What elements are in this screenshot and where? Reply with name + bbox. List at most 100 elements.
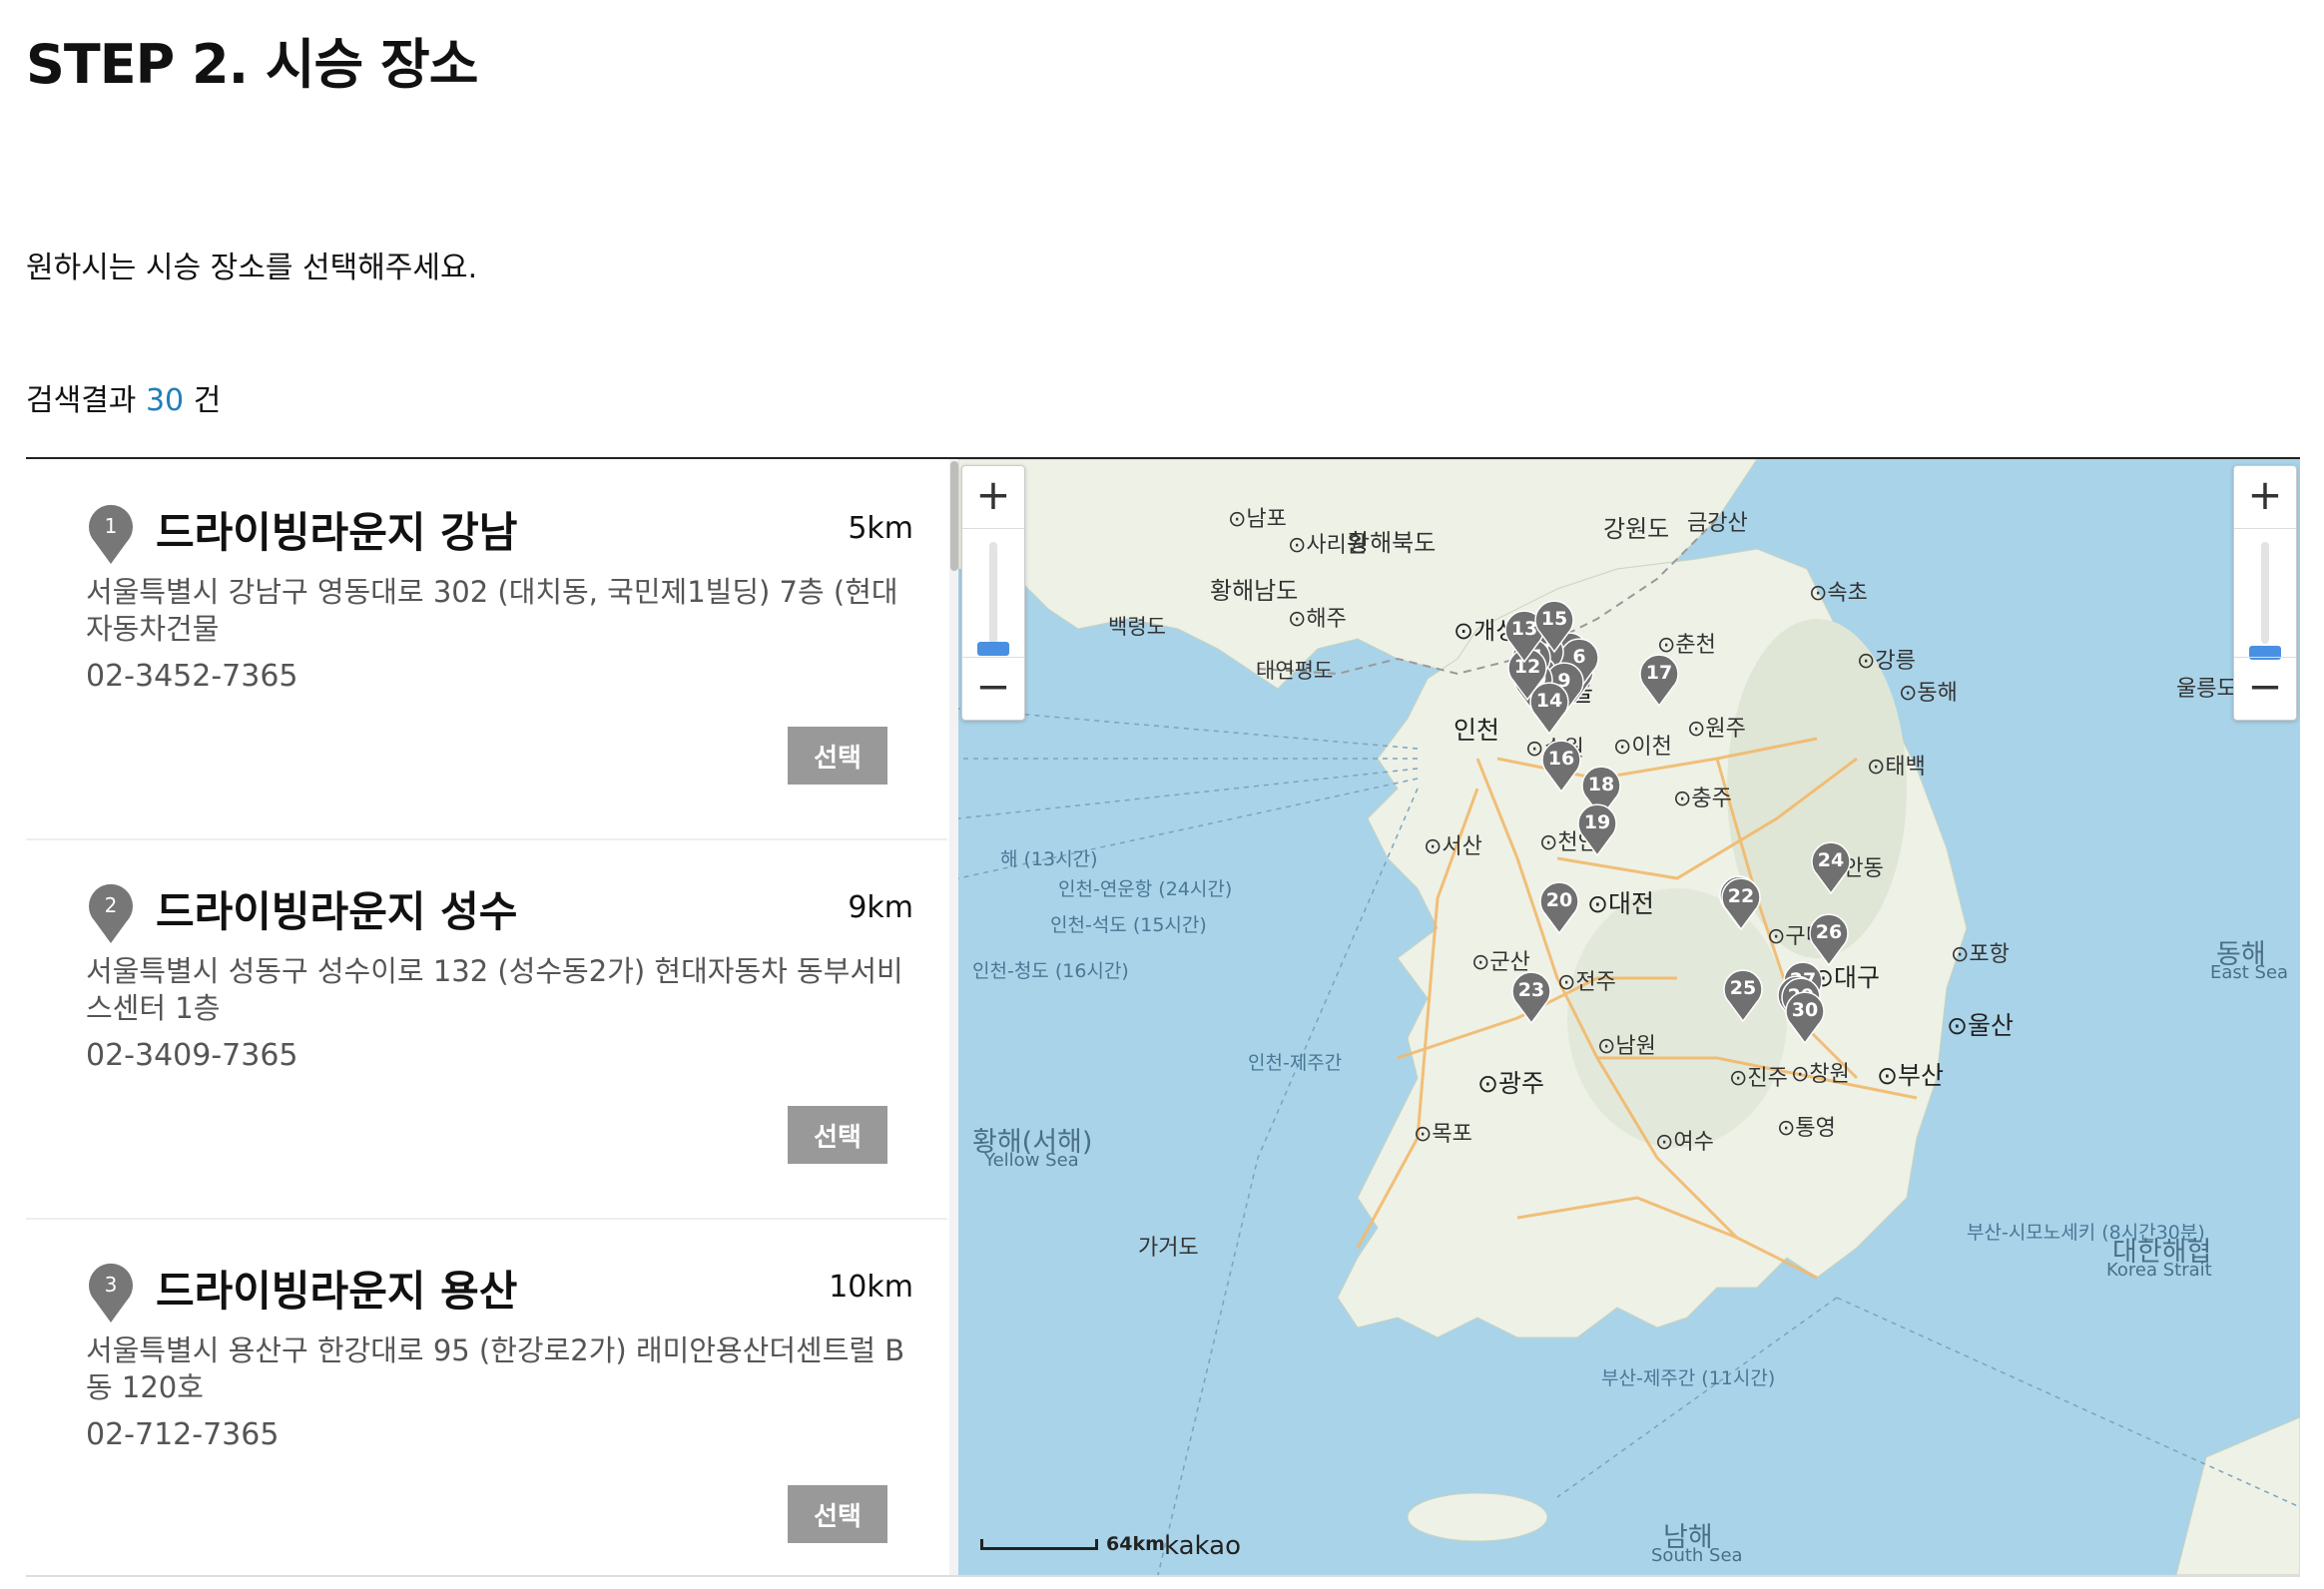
map-label-pohang: ⊙포항 — [1951, 942, 2010, 967]
map-label-seosan: ⊙서산 — [1424, 834, 1482, 859]
location-distance: 5km — [848, 511, 913, 546]
result-prefix: 검색결과 — [26, 383, 137, 418]
map-marker[interactable]: 19 — [1575, 800, 1619, 856]
map-label-hwanghae-north: 황해북도 — [1348, 529, 1437, 557]
map-label-gangwon: 강원도 — [1603, 515, 1670, 543]
result-suffix: 건 — [193, 383, 222, 418]
map-label-busan: ⊙부산 — [1877, 1061, 1944, 1090]
zoom-in-button[interactable]: + — [2234, 466, 2296, 529]
svg-text:22: 22 — [1728, 885, 1754, 907]
svg-text:18: 18 — [1588, 774, 1614, 795]
map-label-route-3: 인천-석도 (15시간) — [1050, 914, 1207, 936]
zoom-in-button[interactable]: + — [962, 466, 1024, 529]
svg-text:15: 15 — [1541, 608, 1567, 630]
map-label-route-6: 부산-시모노세키 (8시간30분) — [1967, 1222, 2205, 1244]
map-label-changwon: ⊙창원 — [1791, 1062, 1850, 1087]
location-phone: 02-712-7365 — [86, 1417, 280, 1452]
map-label-tongyeong: ⊙통영 — [1777, 1116, 1836, 1141]
location-distance: 9km — [848, 890, 913, 925]
page-title: STEP 2. 시승 장소 — [26, 33, 478, 96]
select-button[interactable]: 선택 — [788, 1485, 887, 1543]
map-label-east-sea-en: East Sea — [2210, 962, 2289, 983]
map-marker[interactable]: 17 — [1637, 651, 1681, 707]
svg-text:17: 17 — [1646, 662, 1672, 684]
location-distance: 10km — [829, 1270, 913, 1305]
location-address: 서울특별시 강남구 영동대로 302 (대치동, 국민제1빌딩) 7층 (현대자… — [86, 575, 898, 646]
marker-pin-icon: 2 — [89, 883, 133, 943]
zoom-slider-handle[interactable] — [977, 642, 1009, 656]
map-marker[interactable]: 16 — [1539, 737, 1583, 793]
map-label-daejeon: ⊙대전 — [1587, 889, 1654, 918]
map-label-haeju: ⊙해주 — [1288, 607, 1347, 632]
map-label-route-4: 인천-청도 (16시간) — [972, 960, 1129, 982]
svg-text:19: 19 — [1584, 811, 1610, 833]
map-marker[interactable]: 14 — [1527, 679, 1571, 735]
map-marker[interactable]: 30 — [1783, 988, 1827, 1044]
location-panel: 1 드라이빙라운지 강남 5km 서울특별시 강남구 영동대로 302 (대치동… — [26, 457, 2300, 1577]
svg-text:30: 30 — [1792, 999, 1818, 1021]
map-label-namp: ⊙남포 — [1228, 507, 1287, 532]
map-scale: 64km — [980, 1533, 1165, 1555]
zoom-slider-track[interactable] — [989, 542, 997, 644]
search-result-count: 검색결과 30 건 — [26, 375, 221, 419]
scale-bar — [980, 1539, 1098, 1550]
location-address: 서울특별시 용산구 한강대로 95 (한강로2가) 래미안용산더센트럴 B동 1… — [86, 1333, 905, 1404]
map-label-chungju: ⊙충주 — [1673, 787, 1732, 811]
svg-text:25: 25 — [1730, 977, 1756, 999]
map-label-ulleungdo: 울릉도 — [2176, 677, 2237, 702]
map-label-route-1: 해 (13시간) — [1000, 848, 1098, 870]
location-phone: 02-3409-7365 — [86, 1038, 298, 1073]
map-marker[interactable]: 20 — [1537, 878, 1581, 934]
location-name: 드라이빙라운지 용산 — [156, 1267, 518, 1316]
map-label-icheon: ⊙이천 — [1613, 735, 1672, 760]
land-jeju — [1407, 1492, 1548, 1542]
location-item[interactable]: 1 드라이빙라운지 강남 5km 서울특별시 강남구 영동대로 302 (대치동… — [26, 459, 947, 840]
map-label-mokpo: ⊙목포 — [1414, 1122, 1472, 1147]
map-label-jinju: ⊙진주 — [1729, 1066, 1788, 1091]
zoom-slider-track[interactable] — [2261, 542, 2269, 644]
map-marker[interactable]: 24 — [1809, 838, 1853, 894]
map-label-gwangju: ⊙광주 — [1477, 1069, 1544, 1098]
zoom-out-button[interactable]: − — [962, 657, 1024, 720]
location-item[interactable]: 3 드라이빙라운지 용산 10km 서울특별시 용산구 한강대로 95 (한강로… — [26, 1218, 947, 1575]
map-label-incheon: 인천 — [1453, 716, 1500, 745]
zoom-out-button[interactable]: − — [2234, 657, 2296, 720]
svg-text:16: 16 — [1548, 748, 1574, 770]
map-label-south-sea-en: South Sea — [1651, 1545, 1743, 1566]
map-view[interactable]: ⊙남포 ⊙사리원 황해북도 강원도 금강산 황해남도 ⊙해주 백령도 ⊙개성 ⊙속초 ⊙춘천 ⊙강릉 ⊙… — [958, 459, 2300, 1575]
location-list: 1 드라이빙라운지 강남 5km 서울특별시 강남구 영동대로 302 (대치동… — [26, 459, 947, 1575]
map-label-korea-strait-en: Korea Strait — [2106, 1260, 2212, 1281]
map-label-hwanghae-south: 황해남도 — [1210, 577, 1299, 605]
instruction-text: 원하시는 시승 장소를 선택해주세요. — [26, 251, 478, 285]
map-label-baengnyeong: 백령도 — [1108, 615, 1166, 639]
map-label-taebaek: ⊙태백 — [1867, 755, 1926, 780]
svg-text:2: 2 — [105, 893, 118, 917]
zoom-control-right: + − — [2233, 465, 2297, 721]
map-label-yeosu: ⊙여수 — [1655, 1130, 1714, 1155]
svg-text:26: 26 — [1816, 921, 1842, 943]
map-label-route-5: 인천-제주간 — [1248, 1052, 1343, 1074]
map-label-ulsan: ⊙울산 — [1947, 1011, 2014, 1040]
map-label-yellow-sea-en: Yellow Sea — [984, 1150, 1079, 1171]
zoom-control-left: + − — [961, 465, 1025, 721]
map-label-gangneung: ⊙강릉 — [1857, 649, 1916, 674]
location-item[interactable]: 2 드라이빙라운지 성수 9km 서울특별시 성동구 성수이로 132 (성수동… — [26, 838, 947, 1220]
map-label-daeyeonpyeong: 대연평도 — [1256, 659, 1334, 683]
map-marker[interactable]: 23 — [1509, 968, 1553, 1024]
select-button[interactable]: 선택 — [788, 1106, 887, 1164]
map-label-jeonju: ⊙전주 — [1557, 970, 1616, 995]
scale-label: 64km — [1106, 1533, 1165, 1555]
map-label-geumgangsan: 금강산 — [1687, 511, 1748, 536]
map-label-sokcho: ⊙속초 — [1809, 581, 1868, 606]
map-label-donghae: ⊙동해 — [1899, 681, 1958, 706]
marker-pin-icon: 3 — [89, 1263, 133, 1323]
map-marker[interactable]: 15 — [1532, 597, 1576, 653]
map-marker[interactable]: 25 — [1721, 966, 1765, 1022]
kakao-logo: kakao — [1164, 1531, 1241, 1561]
map-label-wonju: ⊙원주 — [1687, 717, 1746, 742]
scrollbar-thumb[interactable] — [950, 461, 958, 571]
marker-pin-icon: 1 — [89, 504, 133, 564]
map-marker[interactable]: 22 — [1719, 874, 1763, 930]
select-button[interactable]: 선택 — [788, 727, 887, 785]
map-label-namwon: ⊙남원 — [1597, 1034, 1656, 1059]
